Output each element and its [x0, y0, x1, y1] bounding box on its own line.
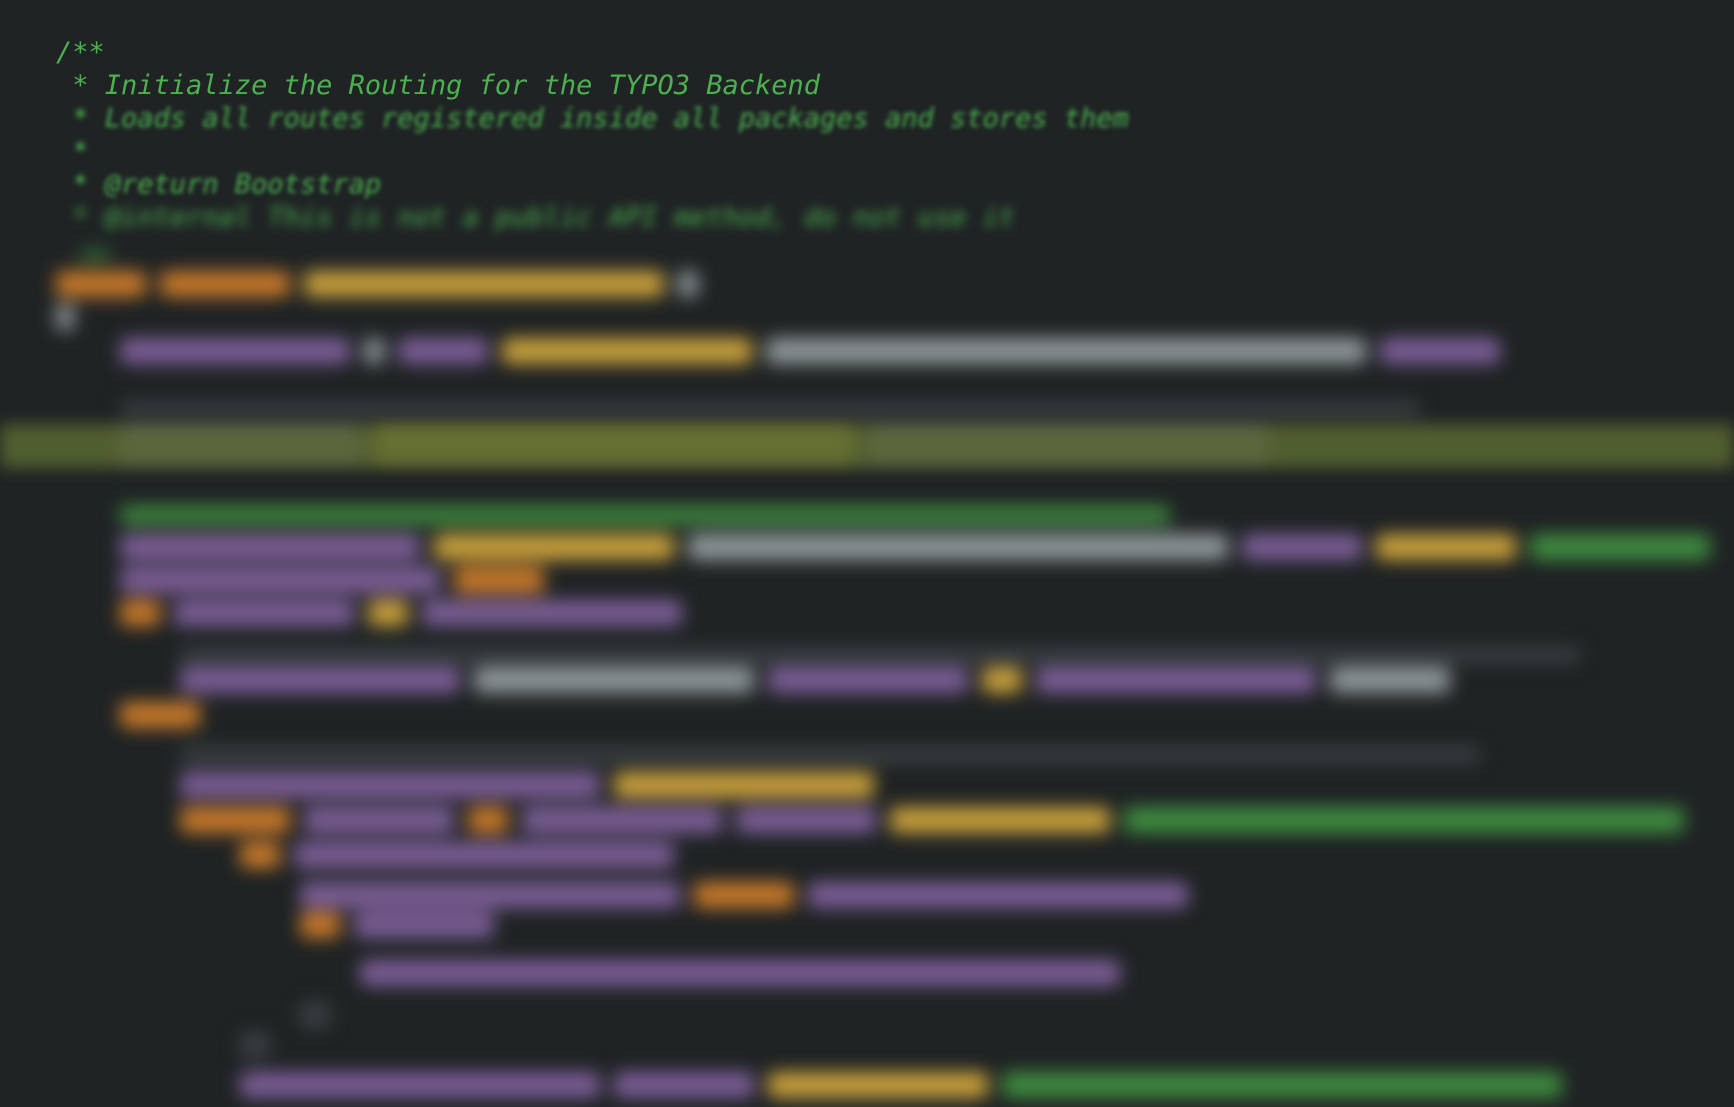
current-line-highlight [0, 424, 1734, 468]
comment-line-6: * @internal This is not a public API met… [56, 202, 1016, 233]
code-editor[interactable]: /** * Initialize the Routing for the TYP… [0, 0, 1734, 1107]
comment-line-4: * [56, 136, 89, 167]
comment-line-5: * @return Bootstrap [56, 169, 382, 200]
comment-line-1: /** [56, 37, 105, 68]
comment-line-2: * Initialize the Routing for the TYPO3 B… [56, 70, 821, 101]
comment-line-3: * Loads all routes registered inside all… [56, 103, 1129, 134]
